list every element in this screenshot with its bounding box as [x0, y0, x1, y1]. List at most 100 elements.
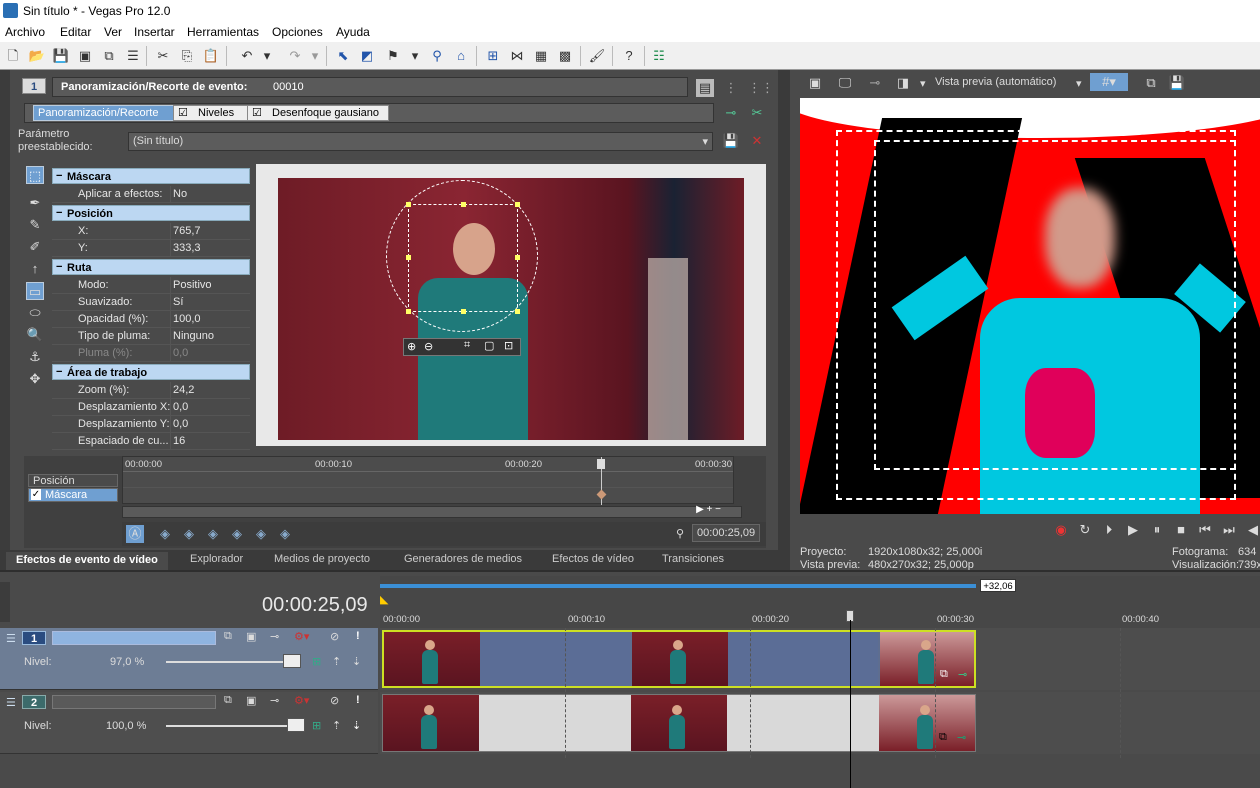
- prop-value[interactable]: 0,0: [170, 399, 250, 416]
- keyframe-row-mask[interactable]: ✓ Máscara: [28, 488, 118, 502]
- prop-y[interactable]: Y: 333,3: [52, 240, 250, 257]
- undo-icon[interactable]: ↶: [238, 47, 256, 65]
- marker-icon[interactable]: ▦: [532, 47, 550, 65]
- menu-opciones[interactable]: Opciones: [272, 25, 323, 39]
- event-fx-icon[interactable]: ⊸: [957, 731, 966, 744]
- save-snapshot-icon[interactable]: 💾: [1168, 74, 1186, 92]
- fx-indicator-icon[interactable]: ⊞: [312, 719, 321, 732]
- composite-mode-icon[interactable]: ⧉: [224, 694, 232, 707]
- pause-icon[interactable]: ⏸: [1148, 521, 1166, 539]
- mute-icon[interactable]: ⊘: [330, 694, 339, 707]
- pen-remove-icon[interactable]: ✐: [26, 238, 44, 256]
- next-keyframe-icon[interactable]: ◈: [204, 525, 222, 543]
- view-compact-icon[interactable]: ⋮: [722, 79, 740, 97]
- level-slider-knob[interactable]: [287, 718, 305, 732]
- plugin-chain-icon[interactable]: ⊸: [722, 104, 740, 122]
- panel-grip[interactable]: [0, 70, 10, 570]
- prop-x[interactable]: X: 765,7: [52, 223, 250, 240]
- paint-icon[interactable]: 🖌: [588, 47, 606, 65]
- remove-plugin-icon[interactable]: ✂: [748, 104, 766, 122]
- layout-icon[interactable]: ☷: [650, 47, 668, 65]
- anchor-icon[interactable]: ⚓: [26, 348, 44, 366]
- checkbox-checked-icon[interactable]: ☑: [252, 106, 262, 120]
- undo-dropdown-icon[interactable]: ▾: [262, 47, 272, 65]
- prop-smooth[interactable]: Suavizado: Sí: [52, 294, 250, 311]
- move-up-icon[interactable]: ⇡: [332, 655, 341, 668]
- snap-dropdown-icon[interactable]: ▾: [410, 47, 420, 65]
- redo-icon[interactable]: ↷: [286, 47, 304, 65]
- level-slider-knob[interactable]: [283, 654, 302, 668]
- snap-icon[interactable]: ⚑: [384, 47, 402, 65]
- prop-value[interactable]: 333,3: [170, 240, 250, 257]
- prop-value[interactable]: 16: [170, 433, 250, 450]
- menu-herramientas[interactable]: Herramientas: [187, 25, 259, 39]
- cursor-handle[interactable]: [597, 459, 605, 469]
- prev-keyframe-icon[interactable]: ◈: [180, 525, 198, 543]
- preset-dropdown[interactable]: (Sin título) ▾: [128, 132, 713, 151]
- copy-icon[interactable]: ⎘: [178, 47, 196, 65]
- prop-mode[interactable]: Modo: Positivo: [52, 277, 250, 294]
- pen-split-icon[interactable]: ↑: [26, 260, 44, 278]
- go-to-end-icon[interactable]: ⏭: [1220, 521, 1238, 539]
- center-icon[interactable]: ⊡: [504, 339, 513, 352]
- prop-offset-y[interactable]: Desplazamiento Y: 0,0: [52, 416, 250, 433]
- lock-envelopes-icon[interactable]: ⌂: [452, 47, 470, 65]
- checkbox-checked-icon[interactable]: ✓: [31, 489, 41, 500]
- prop-value[interactable]: 100,0: [170, 311, 250, 328]
- splitter[interactable]: [778, 70, 790, 570]
- save-icon[interactable]: 💾: [52, 47, 70, 65]
- first-keyframe-icon[interactable]: ◈: [156, 525, 174, 543]
- pen-tool-icon[interactable]: ✒: [26, 194, 44, 212]
- prop-offset-x[interactable]: Desplazamiento X: 0,0: [52, 399, 250, 416]
- redo-dropdown-icon[interactable]: ▾: [310, 47, 320, 65]
- prop-apply-to-effects[interactable]: Aplicar a efectos: No: [52, 186, 250, 203]
- motion-icon[interactable]: ⊸: [270, 630, 279, 643]
- composite-mode-icon[interactable]: ⧉: [224, 630, 232, 643]
- video-event-track-1[interactable]: ⧉ ⊸: [382, 630, 976, 688]
- timeline-timecode[interactable]: 00:00:25,09: [262, 594, 368, 617]
- pan-crop-icon[interactable]: ⧉: [940, 668, 948, 681]
- open-folder-icon[interactable]: 📂: [28, 47, 46, 65]
- solo-icon[interactable]: !: [356, 694, 360, 706]
- record-icon[interactable]: ◉: [1052, 521, 1070, 539]
- last-keyframe-icon[interactable]: ◈: [228, 525, 246, 543]
- loop-region-bar[interactable]: [380, 584, 976, 588]
- chain-item-gaussian-blur[interactable]: ☑ Desenfoque gausiano: [247, 105, 389, 121]
- collapse-icon[interactable]: ☰: [6, 632, 16, 645]
- in-marker-icon[interactable]: ◣: [380, 593, 388, 606]
- tab-explorer[interactable]: Explorador: [190, 553, 243, 565]
- save-as-icon[interactable]: ▣: [76, 47, 94, 65]
- keyframe-scrollbar[interactable]: ▶ + −: [122, 504, 742, 518]
- collapse-icon[interactable]: ☰: [6, 696, 16, 709]
- loop-icon[interactable]: ↻: [1076, 521, 1094, 539]
- chevron-down-icon[interactable]: ▾: [1076, 77, 1082, 90]
- auto-ripple-icon[interactable]: ⚲: [428, 47, 446, 65]
- rectangle-mask-icon[interactable]: ▭: [26, 282, 44, 300]
- rectangle-mask-outline[interactable]: [408, 204, 518, 312]
- menu-archivo[interactable]: Archivo: [5, 25, 45, 39]
- level-slider[interactable]: [166, 661, 296, 663]
- go-to-start-icon[interactable]: ⏮: [1196, 521, 1214, 539]
- prop-value[interactable]: 24,2: [170, 382, 250, 399]
- keyframe-timeline[interactable]: 00:00:00 00:00:10 00:00:20 00:00:30: [122, 456, 734, 505]
- menu-insertar[interactable]: Insertar: [134, 25, 175, 39]
- prop-value[interactable]: No: [170, 186, 250, 203]
- edit-mask-icon[interactable]: ⬚: [26, 166, 44, 184]
- make-parent-icon[interactable]: ▣: [246, 694, 256, 707]
- video-event-track-2[interactable]: ⧉ ⊸: [382, 694, 976, 752]
- frame-icon[interactable]: ▢: [484, 339, 494, 352]
- prop-value[interactable]: 0,0: [170, 416, 250, 433]
- level-slider[interactable]: [166, 725, 296, 727]
- tab-media-generators[interactable]: Generadores de medios: [404, 553, 522, 565]
- play-icon[interactable]: ▶: [1124, 521, 1142, 539]
- mask-canvas[interactable]: ⊕ ⊖ ⌗ ▢ ⊡: [256, 164, 766, 446]
- new-file-icon[interactable]: 🗋: [4, 47, 22, 65]
- section-mask[interactable]: Máscara: [52, 168, 250, 184]
- paste-icon[interactable]: 📋: [202, 47, 220, 65]
- prop-zoom[interactable]: Zoom (%): 24,2: [52, 382, 250, 399]
- menu-ayuda[interactable]: Ayuda: [336, 25, 370, 39]
- properties-icon[interactable]: ☰: [124, 47, 142, 65]
- envelope-tool-icon[interactable]: ◩: [358, 47, 376, 65]
- keyframe-row-position[interactable]: Posición: [28, 474, 118, 487]
- delete-preset-icon[interactable]: ✕: [748, 132, 766, 150]
